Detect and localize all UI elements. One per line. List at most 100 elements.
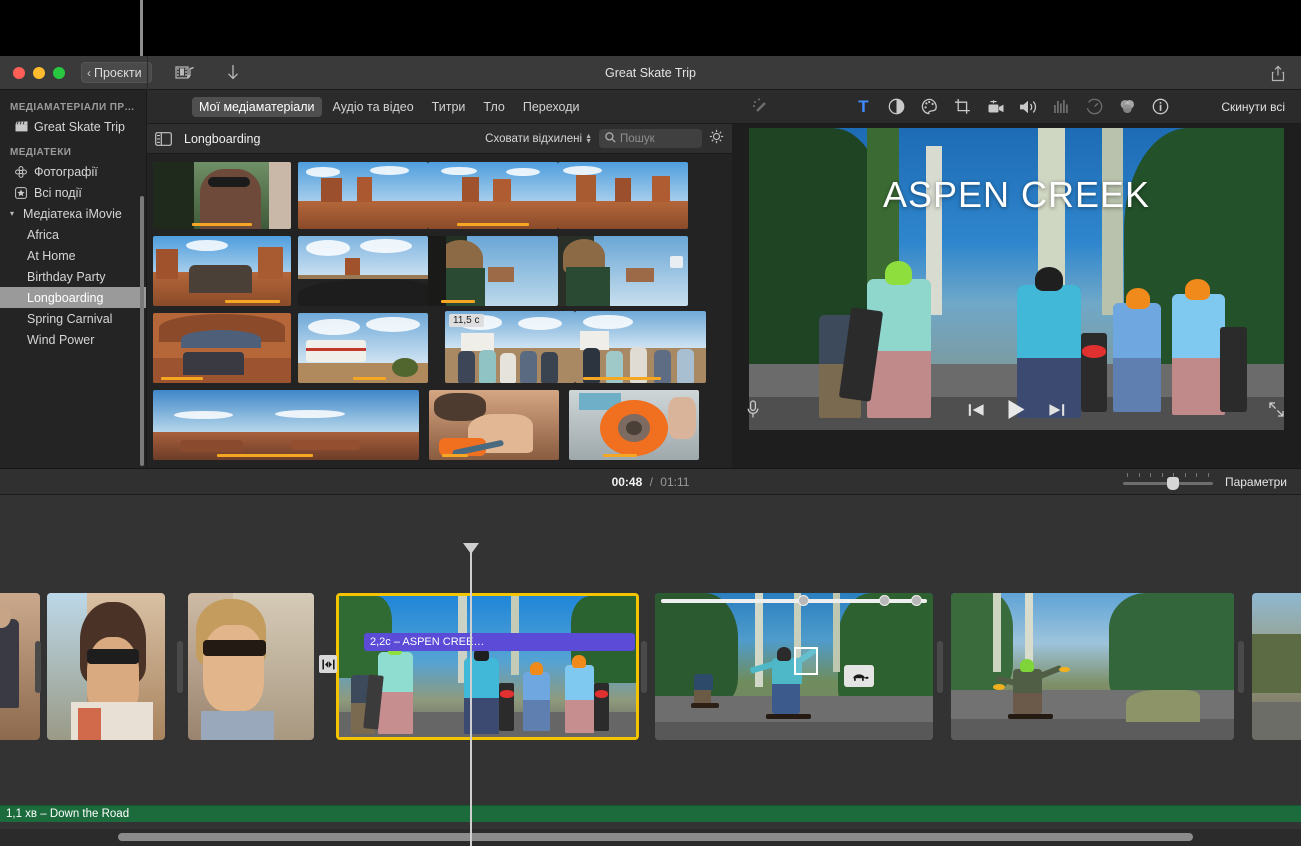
playhead-handle[interactable] <box>463 543 479 554</box>
viewer-toolbar: T <box>732 90 1301 124</box>
skip-forward-icon[interactable] <box>1048 403 1065 422</box>
play-icon[interactable] <box>1007 399 1026 425</box>
speed-icon[interactable] <box>1078 94 1111 120</box>
freeze-frame-badge[interactable] <box>794 647 818 675</box>
media-thumbnail[interactable] <box>153 390 419 460</box>
media-thumbnail[interactable] <box>575 311 706 383</box>
zoom-slider-knob[interactable] <box>1167 477 1179 490</box>
total-time: 01:11 <box>660 475 689 489</box>
sidebar-scrollbar[interactable] <box>140 196 144 466</box>
panel-layout-icon[interactable] <box>155 132 172 146</box>
chevron-down-icon[interactable]: ▾ <box>10 209 19 218</box>
playhead[interactable] <box>470 551 472 846</box>
search-placeholder: Пошук <box>620 133 655 145</box>
clip-trim-handle[interactable] <box>937 641 943 693</box>
adjustment-icons: T <box>744 94 1177 120</box>
media-thumbnail[interactable] <box>558 236 688 306</box>
timeline-clip[interactable] <box>0 593 40 740</box>
color-balance-icon[interactable] <box>880 94 913 120</box>
title-clip-label: 2,2c – ASPEN CREE… <box>370 636 484 648</box>
download-arrow-icon[interactable] <box>218 61 248 85</box>
hide-rejected-popup[interactable]: Сховати відхилені ▲▼ <box>485 133 592 145</box>
media-thumbnail[interactable] <box>153 236 291 306</box>
timeline-toolbar: 00:48 / 01:11 Параметри <box>0 468 1301 495</box>
skip-back-icon[interactable] <box>968 403 985 422</box>
clip-filter-icon[interactable] <box>1111 94 1144 120</box>
media-thumbnail[interactable] <box>153 313 291 383</box>
media-thumbnail[interactable] <box>153 162 291 229</box>
timeline-clip[interactable] <box>1252 593 1301 740</box>
sidebar-section-header-libraries: МЕДІАТЕКИ <box>0 147 146 161</box>
clip-trim-handle[interactable] <box>1238 641 1244 693</box>
clip-trim-handle[interactable] <box>641 641 647 693</box>
media-thumbnail[interactable] <box>298 162 428 229</box>
media-thumbnail[interactable] <box>298 236 428 306</box>
volume-icon[interactable] <box>1012 94 1045 120</box>
speed-handle[interactable] <box>798 595 809 606</box>
speed-handle[interactable] <box>911 595 922 606</box>
close-button[interactable] <box>13 67 25 79</box>
media-thumbnail[interactable] <box>558 162 688 229</box>
tab-titles[interactable]: Титри <box>425 97 473 117</box>
back-to-projects-button[interactable]: ‹ Проєкти <box>81 62 152 83</box>
media-thumbnail[interactable] <box>298 313 428 383</box>
media-thumbnail[interactable] <box>428 236 558 306</box>
share-icon[interactable] <box>1269 64 1287 83</box>
sidebar-item-all-events[interactable]: Всі події <box>0 182 146 203</box>
timeline[interactable]: 2,2c – ASPEN CREE… <box>0 495 1301 846</box>
tab-transitions[interactable]: Переходи <box>516 97 587 117</box>
sidebar-item-africa[interactable]: Africa <box>0 224 146 245</box>
tab-backgrounds[interactable]: Тло <box>476 97 511 117</box>
timeline-clip[interactable] <box>336 593 639 740</box>
stabilization-icon[interactable] <box>979 94 1012 120</box>
sidebar-item-wind-power[interactable]: Wind Power <box>0 329 146 350</box>
media-thumbnail[interactable] <box>428 162 558 229</box>
screenshot-root: ‹ Проєкти <box>0 0 1301 846</box>
media-thumbnail[interactable]: 11,5 c <box>445 311 575 383</box>
timeline-clip[interactable] <box>655 593 933 740</box>
search-input[interactable]: Пошук <box>599 129 702 148</box>
timeline-clip[interactable] <box>188 593 314 740</box>
magic-wand-icon[interactable] <box>744 94 777 120</box>
sidebar-item-longboarding[interactable]: Longboarding <box>0 287 146 308</box>
chevron-updown-icon: ▲▼ <box>585 134 592 144</box>
film-music-icon[interactable] <box>170 61 200 85</box>
sidebar-item-great-skate-trip[interactable]: Great Skate Trip <box>0 116 146 137</box>
noise-reduction-icon[interactable] <box>1045 94 1078 120</box>
timeline-horizontal-scrollbar[interactable] <box>0 829 1301 846</box>
timeline-scrollbar-thumb[interactable] <box>118 833 1193 841</box>
music-track[interactable]: 1,1 хв – Down the Road <box>0 805 1301 822</box>
sidebar-item-at-home[interactable]: At Home <box>0 245 146 266</box>
title-text-icon[interactable]: T <box>847 94 880 120</box>
title-clip[interactable]: 2,2c – ASPEN CREE… <box>364 633 635 651</box>
zoom-button[interactable] <box>53 67 65 79</box>
viewer-video-area[interactable]: ASPEN CREEK <box>732 124 1301 434</box>
clip-trim-handle[interactable] <box>35 641 41 693</box>
window-titlebar: ‹ Проєкти <box>0 56 1301 90</box>
media-thumbnail[interactable] <box>429 390 559 460</box>
transport-controls <box>732 390 1301 434</box>
sidebar-item-label: Всі події <box>34 186 82 200</box>
minimize-button[interactable] <box>33 67 45 79</box>
info-icon[interactable] <box>1144 94 1177 120</box>
sidebar-item-birthday-party[interactable]: Birthday Party <box>0 266 146 287</box>
tab-my-media[interactable]: Мої медіаматеріали <box>192 97 322 117</box>
transition-icon[interactable] <box>319 655 337 673</box>
back-to-projects-label: Проєкти <box>94 66 142 80</box>
clip-trim-handle[interactable] <box>177 641 183 693</box>
speed-handle[interactable] <box>879 595 890 606</box>
sidebar-group-imovie-library[interactable]: ▾ Медіатека iMovie <box>0 203 146 224</box>
reset-all-button[interactable]: Скинути всі <box>1221 100 1285 114</box>
tab-audio-video[interactable]: Аудіо та відео <box>326 97 421 117</box>
sidebar-item-photos[interactable]: Фотографії <box>0 161 146 182</box>
gear-icon[interactable] <box>709 129 724 149</box>
sidebar-item-label: Spring Carnival <box>27 312 112 326</box>
sidebar-item-spring-carnival[interactable]: Spring Carnival <box>0 308 146 329</box>
zoom-slider[interactable] <box>1123 475 1213 489</box>
timeline-clip[interactable] <box>951 593 1234 740</box>
crop-icon[interactable] <box>946 94 979 120</box>
turtle-slow-motion-icon[interactable] <box>844 665 874 687</box>
timeline-clip[interactable] <box>47 593 165 740</box>
color-correction-icon[interactable] <box>913 94 946 120</box>
media-thumbnail[interactable] <box>569 390 699 460</box>
